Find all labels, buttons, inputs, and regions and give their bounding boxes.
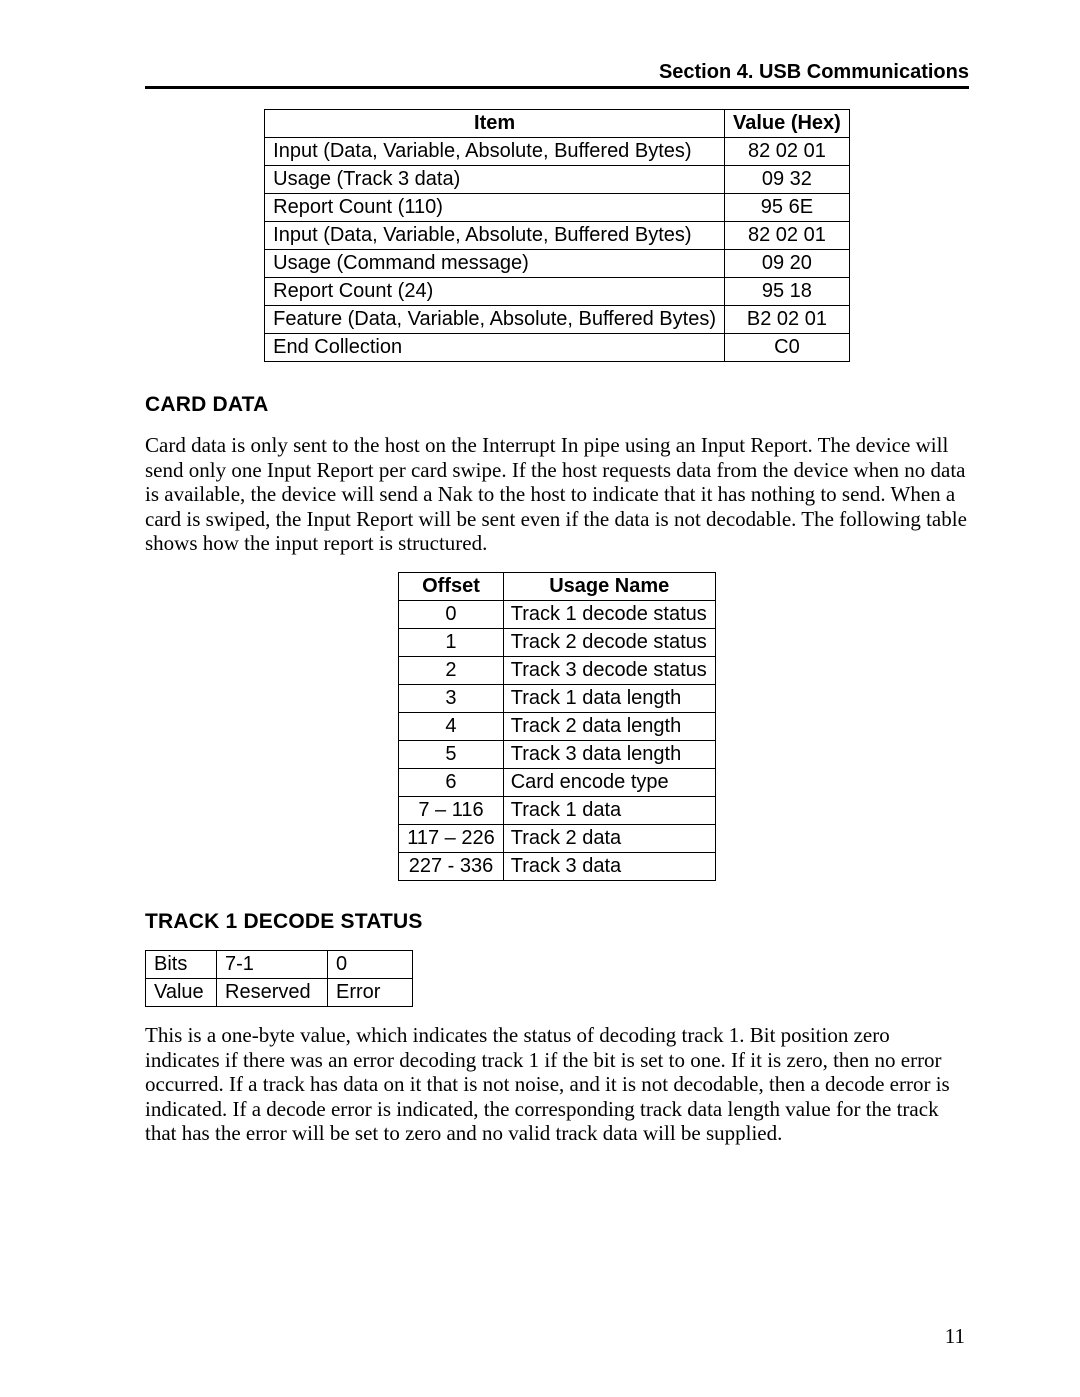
- table-row: Feature (Data, Variable, Absolute, Buffe…: [265, 306, 850, 334]
- table-row: 2 Track 3 decode status: [399, 657, 716, 685]
- t1-value: 09 32: [725, 166, 850, 194]
- t2-offset: 7 – 116: [399, 797, 504, 825]
- t1-item: Usage (Command message): [265, 250, 725, 278]
- t3-cell: Error: [328, 979, 413, 1007]
- t2-head-usage: Usage Name: [503, 573, 715, 601]
- hid-descriptor-table: Item Value (Hex) Input (Data, Variable, …: [264, 109, 850, 362]
- t2-offset: 4: [399, 713, 504, 741]
- t1-value: 82 02 01: [725, 138, 850, 166]
- t1-head-item: Item: [265, 110, 725, 138]
- t2-usage: Track 3 data: [503, 853, 715, 881]
- t1-value: B2 02 01: [725, 306, 850, 334]
- table-row: Input (Data, Variable, Absolute, Buffere…: [265, 222, 850, 250]
- table-row: Usage (Track 3 data) 09 32: [265, 166, 850, 194]
- t2-usage: Track 1 data: [503, 797, 715, 825]
- t1-item: Feature (Data, Variable, Absolute, Buffe…: [265, 306, 725, 334]
- t2-offset: 227 - 336: [399, 853, 504, 881]
- table-row: 1 Track 2 decode status: [399, 629, 716, 657]
- t3-cell: Value: [146, 979, 217, 1007]
- t3-cell: 0: [328, 951, 413, 979]
- table-row: End Collection C0: [265, 334, 850, 362]
- t2-head-offset: Offset: [399, 573, 504, 601]
- t2-usage: Card encode type: [503, 769, 715, 797]
- heading-track1-decode-status: TRACK 1 DECODE STATUS: [145, 909, 969, 934]
- t2-usage: Track 3 data length: [503, 741, 715, 769]
- page-number: 11: [945, 1324, 965, 1349]
- table-row: 3 Track 1 data length: [399, 685, 716, 713]
- table-row: 7 – 116 Track 1 data: [399, 797, 716, 825]
- t1-head-value: Value (Hex): [725, 110, 850, 138]
- t3-cell: 7-1: [217, 951, 328, 979]
- t2-offset: 117 – 226: [399, 825, 504, 853]
- table-row: 0 Track 1 decode status: [399, 601, 716, 629]
- t1-item: Report Count (24): [265, 278, 725, 306]
- t1-item: Input (Data, Variable, Absolute, Buffere…: [265, 138, 725, 166]
- table-row: 227 - 336 Track 3 data: [399, 853, 716, 881]
- table-row: Value Reserved Error: [146, 979, 413, 1007]
- t1-value: C0: [725, 334, 850, 362]
- table-row: Report Count (24) 95 18: [265, 278, 850, 306]
- table-row: 5 Track 3 data length: [399, 741, 716, 769]
- t2-offset: 0: [399, 601, 504, 629]
- t1-item: Usage (Track 3 data): [265, 166, 725, 194]
- table-row: Report Count (110) 95 6E: [265, 194, 850, 222]
- heading-card-data: CARD DATA: [145, 392, 969, 417]
- t2-offset: 6: [399, 769, 504, 797]
- t2-usage: Track 2 decode status: [503, 629, 715, 657]
- t2-usage: Track 1 decode status: [503, 601, 715, 629]
- table-row: 117 – 226 Track 2 data: [399, 825, 716, 853]
- table-row: Bits 7-1 0: [146, 951, 413, 979]
- t1-item: Input (Data, Variable, Absolute, Buffere…: [265, 222, 725, 250]
- t2-usage: Track 2 data length: [503, 713, 715, 741]
- table-row: 6 Card encode type: [399, 769, 716, 797]
- t1-item: Report Count (110): [265, 194, 725, 222]
- t3-cell: Bits: [146, 951, 217, 979]
- t2-offset: 3: [399, 685, 504, 713]
- table-row: Usage (Command message) 09 20: [265, 250, 850, 278]
- t2-usage: Track 1 data length: [503, 685, 715, 713]
- track1-status-bits-table: Bits 7-1 0 Value Reserved Error: [145, 950, 413, 1007]
- running-header: Section 4. USB Communications: [145, 60, 969, 89]
- t1-value: 95 6E: [725, 194, 850, 222]
- table-row: Input (Data, Variable, Absolute, Buffere…: [265, 138, 850, 166]
- t2-offset: 5: [399, 741, 504, 769]
- t2-offset: 1: [399, 629, 504, 657]
- t1-item: End Collection: [265, 334, 725, 362]
- table-row: 4 Track 2 data length: [399, 713, 716, 741]
- track1-paragraph: This is a one-byte value, which indicate…: [145, 1023, 969, 1146]
- t1-value: 82 02 01: [725, 222, 850, 250]
- t2-usage: Track 2 data: [503, 825, 715, 853]
- input-report-table: Offset Usage Name 0 Track 1 decode statu…: [398, 572, 716, 881]
- t1-value: 09 20: [725, 250, 850, 278]
- t2-usage: Track 3 decode status: [503, 657, 715, 685]
- t3-cell: Reserved: [217, 979, 328, 1007]
- t2-offset: 2: [399, 657, 504, 685]
- card-data-paragraph: Card data is only sent to the host on th…: [145, 433, 969, 556]
- t1-value: 95 18: [725, 278, 850, 306]
